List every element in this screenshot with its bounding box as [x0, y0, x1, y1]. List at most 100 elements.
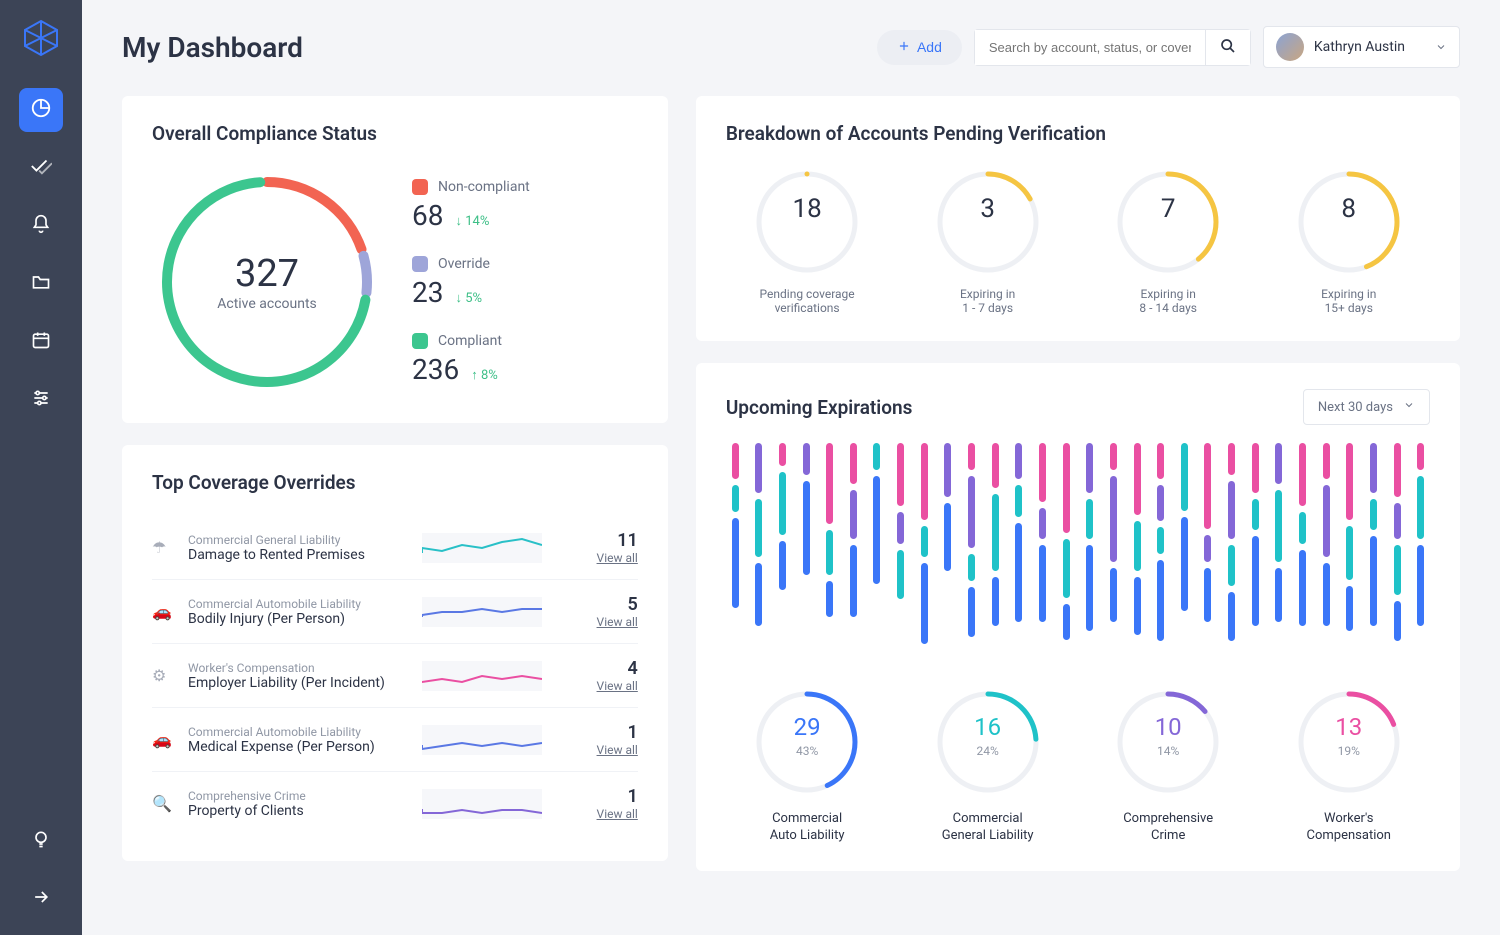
add-button[interactable]: Add — [877, 30, 962, 65]
nav-calendar[interactable] — [19, 320, 63, 364]
nav-alerts[interactable] — [19, 204, 63, 248]
bar-segment — [1157, 527, 1164, 554]
override-sparkline — [422, 725, 542, 755]
bar-segment — [1323, 563, 1330, 626]
donut-label: Active accounts — [217, 296, 317, 312]
compliance-title: Overall Compliance Status — [152, 122, 638, 145]
bar-segment — [1346, 443, 1353, 520]
bar-segment — [1252, 499, 1259, 531]
category-value: 29 — [794, 713, 821, 741]
override-count: 1 — [597, 786, 638, 807]
sliders-icon — [31, 388, 51, 412]
nav-folders[interactable] — [19, 262, 63, 306]
bar-segment — [1086, 499, 1093, 540]
avatar — [1276, 33, 1304, 61]
override-view-all[interactable]: View all — [597, 807, 638, 821]
legend-label: Compliant — [438, 333, 502, 349]
override-view-all[interactable]: View all — [597, 679, 638, 693]
override-count: 5 — [597, 594, 638, 615]
breakdown-label: Expiring in — [1267, 287, 1430, 301]
override-icon: 🚗 — [152, 602, 174, 621]
chevron-down-icon — [1403, 399, 1415, 415]
override-row: 🚗Commercial Automobile LiabilityMedical … — [152, 707, 638, 771]
compliance-donut: 327 Active accounts — [152, 167, 382, 397]
arrow-right-icon — [31, 887, 51, 911]
category-pct: 19% — [1338, 744, 1360, 758]
bar-segment — [803, 481, 810, 576]
bar-day — [1199, 443, 1218, 622]
bar-segment — [1394, 545, 1401, 595]
legend-item: Non-compliant68↓ 14% — [412, 179, 530, 232]
bar-segment — [1134, 443, 1141, 515]
breakdown-label: Pending coverage — [726, 287, 889, 301]
bar-segment — [779, 541, 786, 591]
bar-segment — [1157, 560, 1164, 641]
override-sparkline — [422, 533, 542, 563]
bar-segment — [968, 554, 975, 581]
bar-segment — [1063, 443, 1070, 533]
bar-segment — [1039, 443, 1046, 502]
bar-segment — [1228, 481, 1235, 540]
search-icon — [1220, 42, 1236, 57]
bar-day — [844, 443, 863, 617]
bar-day — [1057, 443, 1076, 640]
sidebar — [0, 0, 82, 935]
bar-day — [915, 443, 934, 644]
override-category: Commercial Automobile Liability — [188, 725, 408, 739]
bar-segment — [1370, 443, 1377, 493]
overrides-card: Top Coverage Overrides ☂Commercial Gener… — [122, 445, 668, 861]
override-icon: 🔍 — [152, 794, 174, 813]
bar-segment — [755, 499, 762, 558]
range-select[interactable]: Next 30 days — [1303, 389, 1430, 425]
bar-segment — [1181, 443, 1188, 511]
nav-dashboard[interactable] — [19, 88, 63, 132]
bar-day — [1151, 443, 1170, 641]
override-view-all[interactable]: View all — [597, 551, 638, 565]
breakdown-item: 7Expiring in8 - 14 days — [1087, 167, 1250, 315]
override-count: 4 — [597, 658, 638, 679]
bar-segment — [1157, 485, 1164, 521]
bar-day — [1175, 443, 1194, 611]
bar-day — [1222, 443, 1241, 641]
bar-day — [1033, 443, 1052, 622]
bar-segment — [779, 443, 786, 466]
breakdown-value: 3 — [980, 194, 995, 224]
override-category: Worker's Compensation — [188, 661, 408, 675]
bar-segment — [968, 587, 975, 637]
nav-approvals[interactable] — [19, 146, 63, 190]
legend-item: Override23↓ 5% — [412, 256, 530, 309]
page-title: My Dashboard — [122, 31, 303, 64]
bar-segment — [1015, 485, 1022, 517]
breakdown-label: verifications — [726, 301, 889, 315]
nav-help[interactable] — [19, 819, 63, 863]
range-label: Next 30 days — [1318, 400, 1393, 415]
nav-collapse[interactable] — [19, 877, 63, 921]
override-view-all[interactable]: View all — [597, 743, 638, 757]
bar-segment — [873, 476, 880, 584]
nav-settings[interactable] — [19, 378, 63, 422]
legend-delta: ↑ 8% — [471, 367, 498, 383]
search-input[interactable] — [975, 30, 1205, 65]
category-pct: 14% — [1157, 744, 1179, 758]
bar-day — [1364, 443, 1383, 626]
bar-segment — [1323, 443, 1330, 479]
bar-day — [1340, 443, 1359, 631]
user-menu[interactable]: Kathryn Austin — [1263, 26, 1460, 68]
override-view-all[interactable]: View all — [597, 615, 638, 629]
bar-segment — [1346, 526, 1353, 580]
legend-swatch — [412, 333, 428, 349]
breakdown-label: Expiring in — [906, 287, 1069, 301]
bar-day — [891, 443, 910, 599]
search-button[interactable] — [1205, 30, 1250, 65]
override-sparkline — [422, 661, 542, 691]
bar-segment — [1252, 536, 1259, 626]
bar-segment — [1228, 443, 1235, 475]
legend-swatch — [412, 256, 428, 272]
bar-day — [1411, 443, 1430, 626]
bar-segment — [1181, 517, 1188, 612]
bar-segment — [1134, 521, 1141, 571]
bar-segment — [1228, 592, 1235, 642]
expirations-bar-chart — [726, 443, 1430, 663]
breakdown-label: 15+ days — [1267, 301, 1430, 315]
breakdown-value: 7 — [1161, 194, 1176, 224]
